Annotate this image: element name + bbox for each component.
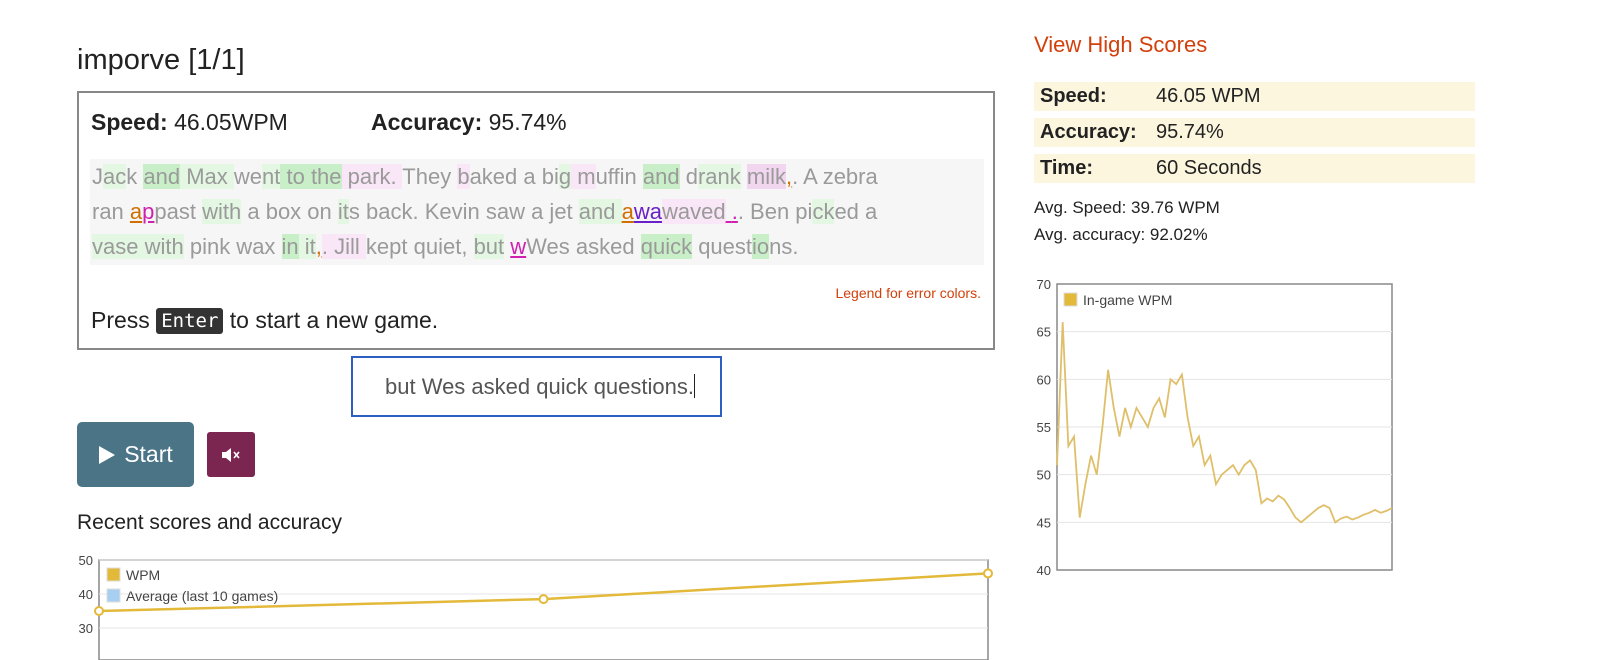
ingame-chart-tick-label: 50 [1037, 468, 1051, 483]
recent-legend-swatch-average [106, 588, 121, 603]
recent-chart-tick-label: 30 [79, 621, 93, 636]
charts-layer: 30 40 50 WPM Average (last 10 games) 40 45 50 55… [79, 277, 1393, 660]
recent-legend-label-wpm: WPM [126, 567, 160, 583]
recent-chart-tick-label: 40 [79, 587, 93, 602]
recent-wpm-point [538, 594, 549, 605]
ingame-legend-label: In-game WPM [1083, 292, 1172, 308]
recent-wpm-point [94, 606, 104, 616]
recent-chart-tick-label: 50 [79, 553, 93, 568]
recent-wpm-point [983, 568, 993, 579]
ingame-chart-tick-label: 45 [1037, 515, 1051, 530]
ingame-chart-tick-label: 40 [1037, 563, 1051, 578]
recent-legend-swatch-wpm [106, 567, 121, 582]
ingame-chart-tick-label: 55 [1037, 420, 1051, 435]
ingame-legend-swatch [1063, 292, 1078, 307]
recent-legend-label-average: Average (last 10 games) [126, 588, 278, 604]
ingame-chart-tick-label: 70 [1037, 277, 1051, 292]
ingame-chart-tick-label: 60 [1037, 372, 1051, 387]
ingame-chart-tick-label: 65 [1037, 325, 1051, 340]
recent-chart-frame [98, 559, 989, 660]
